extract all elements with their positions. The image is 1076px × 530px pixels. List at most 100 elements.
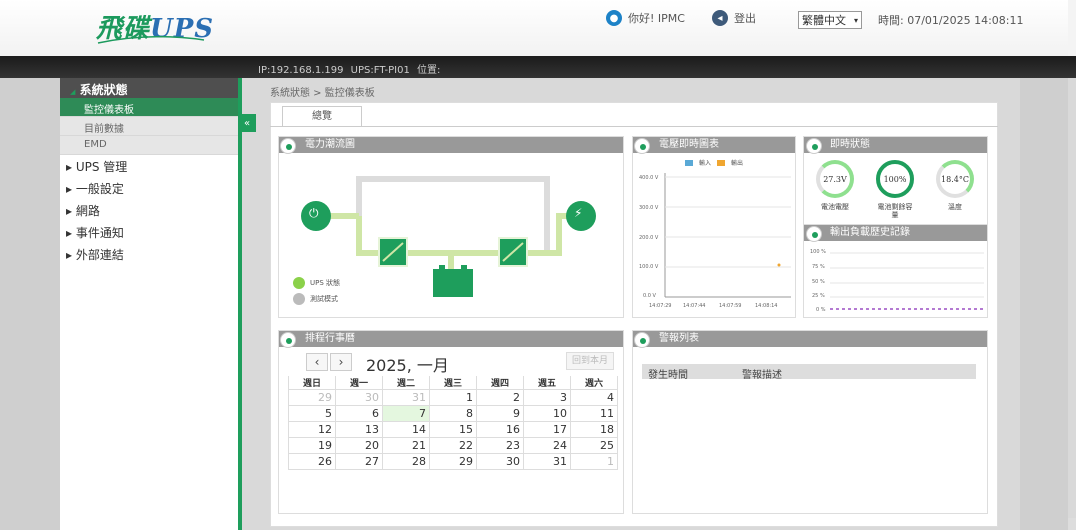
calendar-day[interactable]: 17 — [523, 421, 571, 438]
legend-test-mode: 測試模式 — [293, 293, 338, 305]
logout-button[interactable]: ◂ 登出 — [712, 10, 756, 26]
alarm-table-header: 發生時間 警報描述 — [642, 364, 976, 381]
calendar-day[interactable]: 30 — [476, 453, 524, 470]
temperature-gauge: 18.4°C — [936, 160, 974, 198]
realtime-output-point — [777, 263, 781, 267]
load-history-toggle-icon[interactable] — [806, 226, 822, 242]
sidebar-item-external-links[interactable]: ▸ 外部連結 — [60, 243, 238, 265]
calendar-day[interactable]: 31 — [523, 453, 571, 470]
sidebar-item-dashboard[interactable]: 監控儀表板 — [60, 98, 238, 117]
calendar-week: 29 30 31 1 2 3 4 — [288, 389, 618, 406]
legend-ups-status: UPS 狀態 — [293, 277, 340, 289]
alarm-list-toggle-icon[interactable] — [634, 332, 650, 348]
calendar-day[interactable]: 25 — [570, 437, 618, 454]
realtime-y-tick-0: 400.0 V — [639, 175, 659, 181]
calendar-day[interactable]: 19 — [288, 437, 336, 454]
legend-output-label: 輸出 — [731, 160, 744, 167]
legend-input-swatch — [685, 159, 693, 166]
status-title: 即時狀態 — [804, 137, 987, 153]
schedule-toggle-icon[interactable] — [280, 332, 296, 348]
info-bar-text: IP:192.168.1.199 UPS:FT-PI01 位置: — [258, 65, 441, 76]
calendar-day[interactable]: 1 — [429, 389, 477, 406]
right-gutter — [1020, 78, 1068, 530]
calendar-day[interactable]: 18 — [570, 421, 618, 438]
user-greeting-label: 你好! IPMC — [628, 12, 685, 25]
language-selected: 繁體中文 — [802, 14, 846, 27]
calendar-week: 12 13 14 15 16 17 18 — [288, 421, 618, 438]
load-y-tick-1: 75 % — [812, 264, 825, 270]
calendar-day[interactable]: 11 — [570, 405, 618, 422]
power-flow-title: 電力潮流圖 — [279, 137, 623, 153]
calendar-day[interactable]: 20 — [335, 437, 383, 454]
user-greeting[interactable]: ● 你好! IPMC — [606, 10, 685, 26]
calendar-week: 19 20 21 22 23 24 25 — [288, 437, 618, 454]
calendar-day[interactable]: 26 — [288, 453, 336, 470]
calendar-week: 5 6 7 8 9 10 11 — [288, 405, 618, 422]
calendar-day[interactable]: 9 — [476, 405, 524, 422]
calendar-day-today[interactable]: 7 — [382, 405, 430, 422]
time-display: 時間: 07/01/2025 14:08:11 — [878, 14, 1024, 27]
load-history-title: 輸出負載歷史記錄 — [804, 225, 987, 241]
left-gutter — [0, 78, 60, 530]
realtime-chart-title: 電壓即時圖表 — [633, 137, 795, 153]
page: 飛碟UPS ● 你好! IPMC ◂ 登出 繁體中文 ▾ 時間: 07/01/2… — [0, 0, 1076, 530]
calendar-day[interactable]: 10 — [523, 405, 571, 422]
realtime-plot-area — [664, 173, 791, 298]
load-y-tick-2: 50 % — [812, 279, 825, 285]
calendar-day[interactable]: 29 — [288, 389, 336, 406]
calendar-day[interactable]: 29 — [429, 453, 477, 470]
sidebar-item-network[interactable]: ▸ 網路 — [60, 199, 238, 221]
battery-capacity-label: 電池剩餘容量 — [877, 203, 913, 219]
alarm-list-title: 警報列表 — [633, 331, 987, 347]
calendar-day[interactable]: 15 — [429, 421, 477, 438]
calendar-prev-button[interactable]: ‹ — [306, 353, 328, 371]
weekday-mon: 週一 — [335, 376, 383, 390]
test-mode-dot — [293, 293, 305, 305]
language-select[interactable]: 繁體中文 ▾ — [798, 11, 862, 29]
calendar-day[interactable]: 3 — [523, 389, 571, 406]
sidebar-item-emd[interactable]: EMD — [60, 136, 238, 155]
calendar-day[interactable]: 27 — [335, 453, 383, 470]
calendar-day[interactable]: 14 — [382, 421, 430, 438]
sidebar-item-event-notification[interactable]: ▸ 事件通知 — [60, 221, 238, 243]
calendar-day[interactable]: 6 — [335, 405, 383, 422]
calendar-day[interactable]: 16 — [476, 421, 524, 438]
power-flow-toggle-icon[interactable] — [280, 138, 296, 154]
alarm-col-description: 警報描述 — [742, 370, 782, 381]
calendar-day[interactable]: 22 — [429, 437, 477, 454]
triangle-icon: ◢ — [70, 88, 76, 96]
calendar-day[interactable]: 13 — [335, 421, 383, 438]
collapse-sidebar-button[interactable]: « — [238, 114, 256, 132]
sidebar-item-current-data[interactable]: 目前數據 — [60, 117, 238, 136]
plug-icon: ⏻ — [309, 206, 319, 220]
load-y-tick-0: 100 % — [810, 249, 826, 255]
calendar-next-button[interactable]: › — [330, 353, 352, 371]
calendar-day[interactable]: 2 — [476, 389, 524, 406]
weekday-thu: 週四 — [476, 376, 524, 390]
sidebar-item-ups-management[interactable]: ▸ UPS 管理 — [60, 155, 238, 177]
calendar-day[interactable]: 24 — [523, 437, 571, 454]
calendar-day[interactable]: 21 — [382, 437, 430, 454]
calendar-day[interactable]: 28 — [382, 453, 430, 470]
calendar-today-button[interactable]: 回到本月 — [566, 352, 614, 370]
weekday-tue: 週二 — [382, 376, 430, 390]
sidebar-edge — [238, 78, 242, 530]
calendar-day[interactable]: 4 — [570, 389, 618, 406]
status-toggle-icon[interactable] — [806, 138, 822, 154]
tab-overview[interactable]: 總覽 — [282, 106, 362, 126]
calendar-day[interactable]: 8 — [429, 405, 477, 422]
calendar-day[interactable]: 5 — [288, 405, 336, 422]
realtime-chart-toggle-icon[interactable] — [634, 138, 650, 154]
calendar-day[interactable]: 23 — [476, 437, 524, 454]
calendar-day[interactable]: 31 — [382, 389, 430, 406]
calendar-day[interactable]: 1 — [570, 453, 618, 470]
sidebar-item-general-settings[interactable]: ▸ 一般設定 — [60, 177, 238, 199]
sidebar-section-system-status[interactable]: ◢ 系統狀態 — [60, 78, 238, 98]
calendar-day[interactable]: 30 — [335, 389, 383, 406]
realtime-x-tick-2: 14:07:59 — [719, 303, 742, 309]
logout-label: 登出 — [734, 12, 756, 25]
status-panel: 即時狀態 27.3V 電池電壓 100% 電池剩餘容量 18.4°C 溫度 — [803, 136, 988, 226]
alarm-col-time: 發生時間 — [648, 370, 688, 381]
calendar-day[interactable]: 12 — [288, 421, 336, 438]
load-y-tick-3: 25 % — [812, 293, 825, 299]
